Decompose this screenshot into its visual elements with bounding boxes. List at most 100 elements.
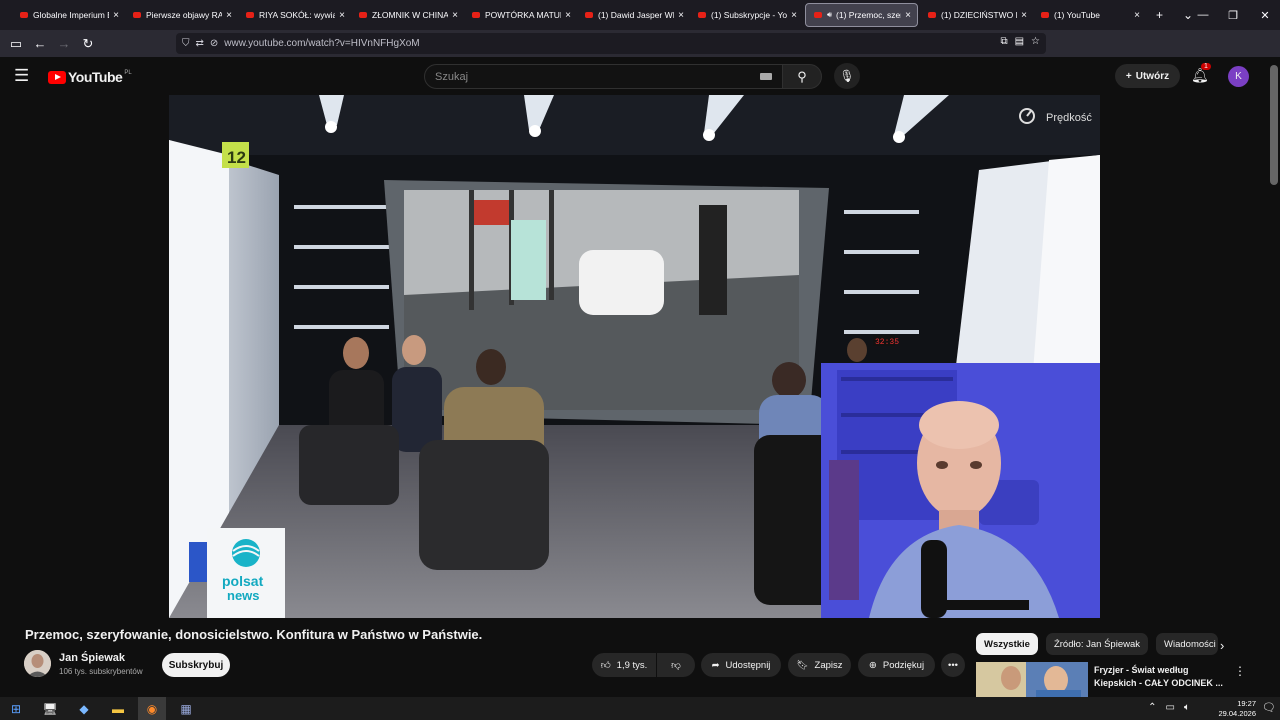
tab-close-icon[interactable]: × [113,10,119,21]
browser-tab[interactable]: (1) Dawid Jasper WIZ × [577,0,690,30]
new-tab-button[interactable]: + [1146,8,1173,22]
browser-tab-bar: Globalne Imperium B × Pierwsze objawy RAK ×… [0,0,1280,30]
share-button[interactable]: ➦ Udostępnij [701,653,781,677]
network-icon[interactable]: ▭ [1166,702,1175,713]
reload-button[interactable]: ↻ [76,32,100,56]
youtube-favicon-icon [133,12,141,18]
keyboard-icon[interactable] [760,73,772,80]
clock-date: 29.04.2026 [1218,709,1256,718]
steam-app-icon[interactable]: ◆ [70,697,98,720]
tab-label: POWTÓRKA MATURAL [485,10,561,20]
thanks-icon: ⊕ [868,659,877,671]
share-icon: ➦ [711,659,720,671]
tab-label: Globalne Imperium B [33,10,110,20]
speed-overlay-text: Prędkość [1046,112,1092,124]
browser-tab[interactable]: 🔊︎ (1) Przemoc, szery × [805,3,918,27]
file-explorer-icon[interactable]: ▬ [104,697,132,720]
subscribe-button[interactable]: Subskrybuj [162,653,230,677]
browser-tab[interactable]: POWTÓRKA MATURAL × [464,0,577,30]
notifications-button[interactable]: 🔔︎ 1 [1191,63,1211,84]
tab-label: RIYA SOKÓŁ: wywiad [259,10,336,20]
tab-close-icon[interactable]: × [226,10,232,21]
tab-close-icon[interactable]: × [452,10,458,21]
chevron-right-icon[interactable]: › [1220,638,1224,653]
like-count: 1,9 tys. [616,659,648,671]
scrollbar-thumb[interactable] [1270,65,1278,185]
monitor-app-icon[interactable]: 🖥︎ [36,697,64,720]
maximize-button[interactable]: ❐ [1218,0,1248,30]
search-input[interactable]: Szukaj [424,64,783,89]
close-window-button[interactable]: ✕ [1250,0,1280,30]
url-text[interactable]: www.youtube.com/watch?v=HIVnNFHgXoM [224,38,419,49]
studio-clock-text: 32:35 [875,338,899,347]
chip-news[interactable]: Wiadomości [1156,633,1219,655]
tab-close-icon[interactable]: × [565,10,571,21]
youtube-logo[interactable]: YouTube PL [48,69,132,85]
save-button[interactable]: 🔖︎ Zapisz [788,653,851,677]
browser-tab[interactable]: RIYA SOKÓŁ: wywiad × [238,0,351,30]
chip-source[interactable]: Źródło: Jan Śpiewak [1045,633,1149,655]
search-icon: ⚲ [797,68,807,84]
action-center-icon[interactable]: 🗨︎ [1262,701,1276,714]
tab-close-icon[interactable]: × [1134,10,1140,21]
tab-close-icon[interactable]: × [678,10,684,21]
search-placeholder: Szukaj [435,70,469,83]
page-scrollbar[interactable] [1268,57,1280,697]
firefox-app-icon[interactable]: ◉ [138,697,166,720]
more-actions-button[interactable]: ••• [941,653,965,677]
thanks-label: Podziękuj [882,659,925,671]
address-bar[interactable]: ⛉ ⇄ ⊘ www.youtube.com/watch?v=HIVnNFHgXo… [176,33,1046,54]
tab-close-icon[interactable]: × [339,10,345,21]
recommendation-thumbnail[interactable] [976,662,1088,697]
channel-avatar[interactable] [24,650,51,677]
video-player[interactable]: 32:35 12 polsat news Prędkość [169,95,1100,618]
browser-tab[interactable]: (1) Subskrypcje - You × [690,0,803,30]
bookmark-star-icon[interactable]: ☆ [1031,36,1040,47]
tracking-icon[interactable]: ⊘ [210,38,218,49]
voice-search-button[interactable]: 🎙 [834,63,860,89]
tab-label: (1) DZIECIŃSTWO NA [941,10,1017,20]
recommendation-title[interactable]: Fryzjer - Świat według Kiepskich - CAŁY … [1094,664,1224,690]
plus-icon: + [1125,70,1132,82]
tab-close-icon[interactable]: × [1021,10,1027,21]
youtube-favicon-icon [472,12,480,18]
system-clock[interactable]: 19:27 29.04.2026 [1218,699,1256,719]
like-button[interactable]: 👍︎ 1,9 tys. [592,653,656,677]
tab-label: (1) Przemoc, szery [836,10,902,20]
volume-icon[interactable]: 🔈︎ [1184,702,1190,713]
browser-tab[interactable]: (1) DZIECIŃSTWO NA × [920,0,1033,30]
shield-icon[interactable]: ⛉ [182,38,190,49]
audio-playing-icon[interactable]: 🔊︎ [827,10,832,20]
tab-overview-icon[interactable] [0,3,12,27]
permissions-icon[interactable]: ⇄ [196,38,204,49]
search-button[interactable]: ⚲ [782,64,822,89]
tray-chevron-up-icon[interactable]: ⌃ [1148,702,1156,713]
reader-view-icon[interactable]: ▤ [1015,36,1024,47]
studio-screen [384,180,829,425]
channel-name[interactable]: Jan Śpiewak [59,652,125,664]
chip-all[interactable]: Wszystkie [976,633,1038,655]
windows-taskbar: ⊞ 🖥︎ ◆ ▬ ◉ ▦ ⌃ ▭ 🔈︎ 19:27 29.04.2026 🗨︎ [0,697,1280,720]
start-button-icon[interactable]: ⊞ [2,697,30,720]
sidebar-toggle-icon[interactable]: ▭ [4,32,28,56]
create-button[interactable]: + Utwórz [1115,64,1180,88]
recommendation-item[interactable]: Fryzjer - Świat według Kiepskich - CAŁY … [976,662,1256,697]
forward-button[interactable]: → [52,32,76,56]
browser-tab[interactable]: Globalne Imperium B × [12,0,125,30]
more-vertical-icon[interactable]: ⋮ [1234,664,1246,678]
dislike-button[interactable]: 👎︎ [657,653,695,677]
picture-in-picture-icon[interactable]: ⧉ [1000,36,1007,47]
browser-tab[interactable]: ZŁOMNIK W CHINACH× [351,0,464,30]
browser-tab[interactable]: Pierwsze objawy RAK × [125,0,238,30]
tab-close-icon[interactable]: × [905,10,911,21]
account-avatar[interactable]: K [1228,66,1249,87]
youtube-favicon-icon [1041,12,1049,18]
browser-tab[interactable]: (1) YouTube × [1033,0,1146,30]
tab-close-icon[interactable]: × [791,10,797,21]
thanks-button[interactable]: ⊕ Podziękuj [858,653,935,677]
tab-label: (1) YouTube [1054,10,1100,20]
calculator-app-icon[interactable]: ▦ [172,697,200,720]
hamburger-menu-icon[interactable]: ☰ [14,67,29,84]
back-button[interactable]: ← [28,32,52,56]
minimize-button[interactable]: — [1188,0,1218,30]
